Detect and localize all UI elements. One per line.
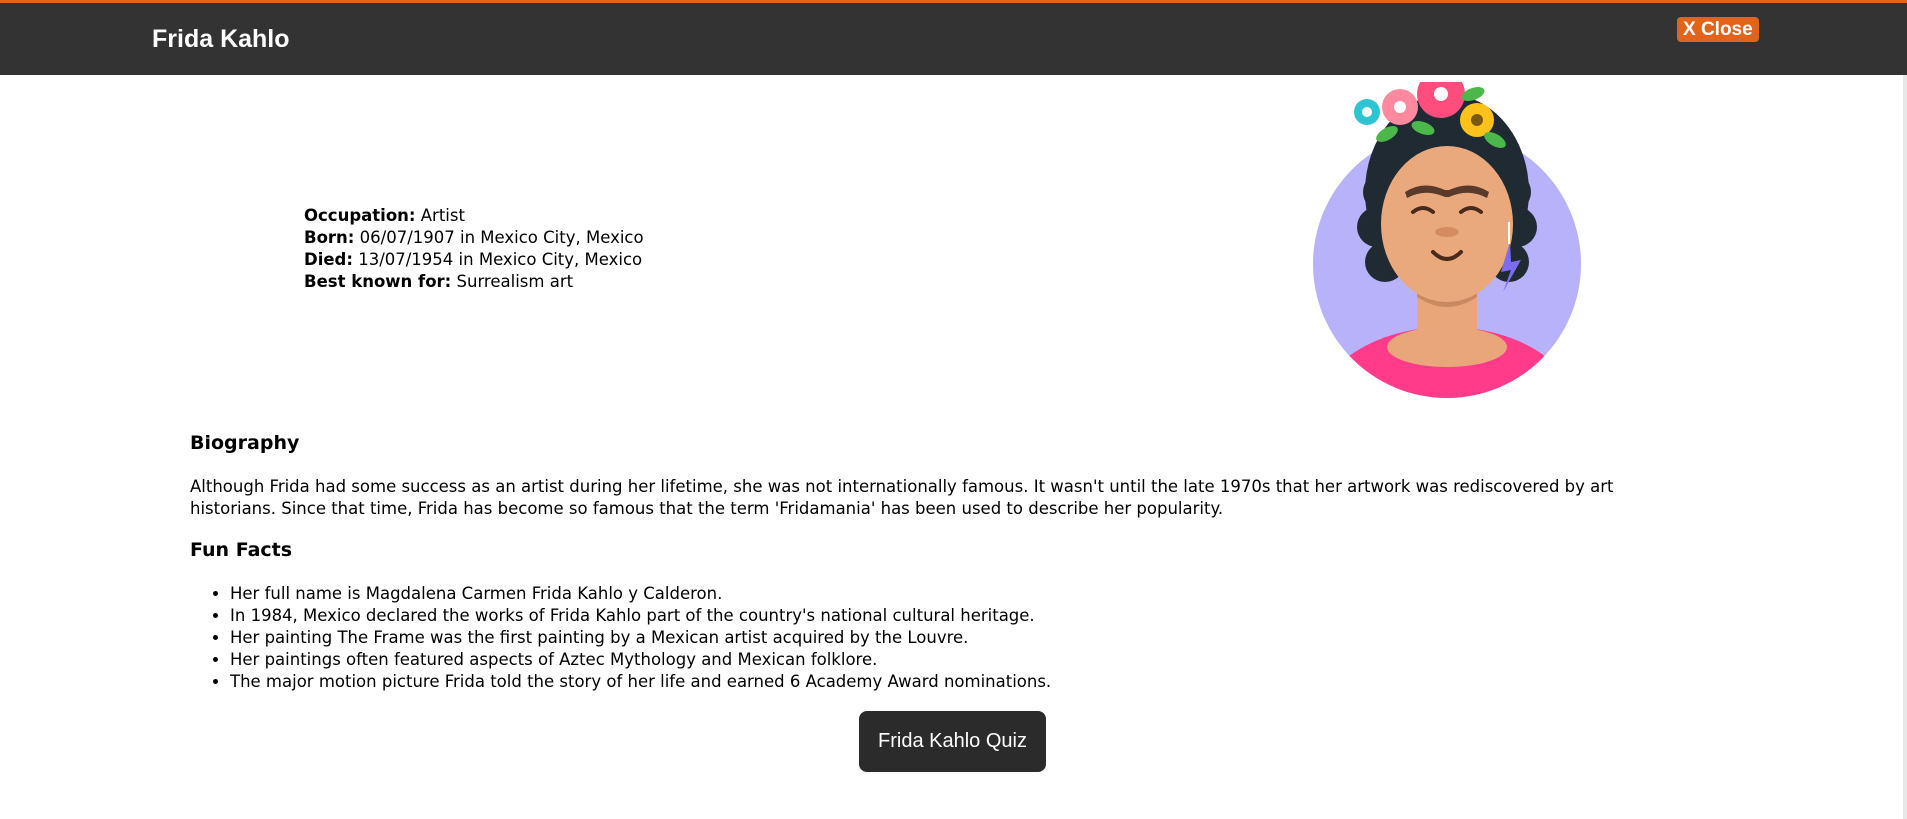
occupation-value: Artist [415,206,465,225]
biography-heading: Biography [190,432,300,454]
fun-facts-heading: Fun Facts [190,539,293,561]
died-row: Died: 13/07/1954 in Mexico City, Mexico [304,249,644,271]
scrollbar[interactable] [1903,75,1907,819]
page-title: Frida Kahlo [152,25,290,53]
died-label: Died: [304,250,353,269]
born-label: Born: [304,228,355,247]
list-item: Her painting The Frame was the first pai… [230,627,1051,649]
born-value: 06/07/1907 in Mexico City, Mexico [354,228,644,247]
list-item: Her full name is Magdalena Carmen Frida … [230,583,1051,605]
biography-text: Although Frida had some success as an ar… [190,477,1614,518]
known-for-row: Best known for: Surrealism art [304,271,644,293]
known-for-value: Surrealism art [451,272,574,291]
header-bar: Frida Kahlo X Close [0,0,1907,75]
profile-facts: Occupation: Artist Born: 06/07/1907 in M… [304,205,644,293]
died-value: 13/07/1954 in Mexico City, Mexico [352,250,643,269]
frida-kahlo-portrait-icon [1313,82,1581,398]
list-item: Her paintings often featured aspects of … [230,649,1051,671]
list-item: The major motion picture Frida told the … [230,671,1051,693]
occupation-row: Occupation: Artist [304,205,644,227]
list-item: In 1984, Mexico declared the works of Fr… [230,605,1051,627]
fun-facts-list: Her full name is Magdalena Carmen Frida … [190,583,1051,693]
occupation-label: Occupation: [304,206,416,225]
quiz-button[interactable]: Frida Kahlo Quiz [859,711,1046,772]
born-row: Born: 06/07/1907 in Mexico City, Mexico [304,227,644,249]
close-button[interactable]: X Close [1677,17,1759,42]
known-for-label: Best known for: [304,272,452,291]
